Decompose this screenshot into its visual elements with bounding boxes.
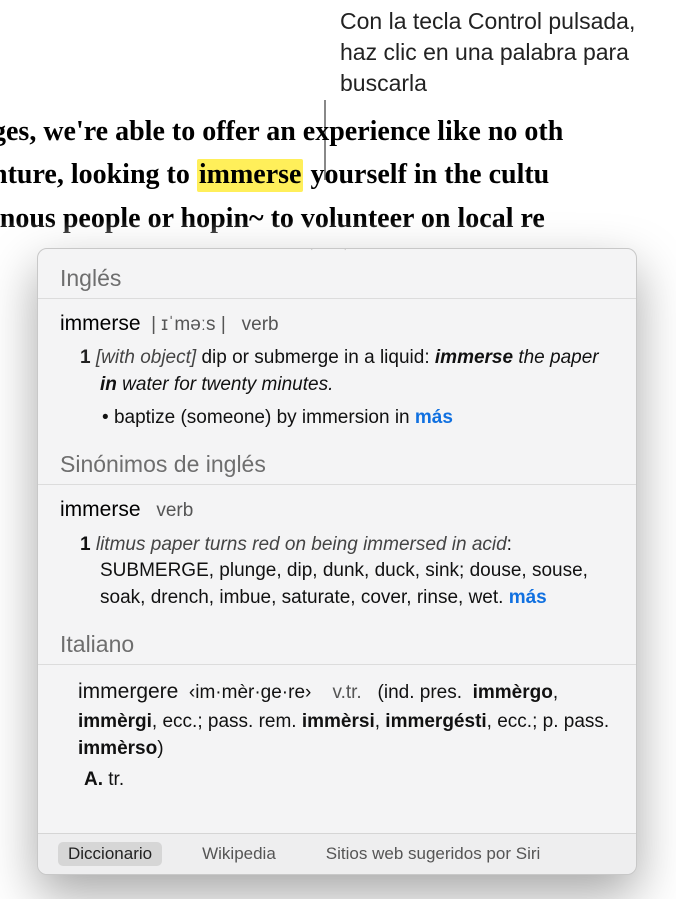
english-subsense: • baptize (someone) by immersion in más [38, 403, 636, 436]
tab-siri-suggested[interactable]: Sitios web sugeridos por Siri [316, 842, 550, 866]
synonyms-sense-1: 1 litmus paper turns red on being immers… [38, 530, 636, 616]
popover-footer: Diccionario Wikipedia Sitios web sugerid… [38, 833, 636, 874]
synonyms-headword-line: immerse verb [38, 495, 636, 529]
italian-headword: immergere [78, 680, 178, 703]
italian-headword-line: immergere ‹im·mèr·ge·re› v.tr. (ind. pre… [38, 675, 636, 767]
english-headword: immerse [60, 312, 141, 335]
highlighted-word[interactable]: immerse [197, 159, 304, 192]
help-figure: Con la tecla Control pulsada, haz clic e… [0, 0, 676, 899]
section-title-synonyms: Sinónimos de inglés [38, 447, 636, 485]
section-title-italian: Italiano [38, 627, 636, 665]
english-sense-1: 1 [with object] dip or submerge in a liq… [38, 343, 636, 402]
section-title-english: Inglés [38, 261, 636, 299]
english-pos: verb [242, 314, 279, 335]
italian-pos: v.tr. [332, 682, 361, 703]
synonyms-pos: verb [156, 500, 193, 521]
callout-text: Con la tecla Control pulsada, haz clic e… [340, 6, 660, 99]
italian-sub: A. tr. [38, 767, 636, 791]
synonyms-headword: immerse [60, 498, 141, 521]
tab-dictionary[interactable]: Diccionario [58, 842, 162, 866]
italian-syllabification: ‹im·mèr·ge·re› [189, 682, 311, 703]
more-link-synonyms[interactable]: más [509, 587, 547, 608]
tab-wikipedia[interactable]: Wikipedia [192, 842, 286, 866]
more-link-english[interactable]: más [415, 407, 453, 428]
lookup-popover: Inglés immerse | ɪˈməːs | verb 1 [with o… [37, 248, 637, 875]
popover-body: Inglés immerse | ɪˈməːs | verb 1 [with o… [38, 249, 636, 833]
english-headword-line: immerse | ɪˈməːs | verb [38, 309, 636, 343]
english-pronunciation: | ɪˈməːs | [151, 314, 226, 335]
